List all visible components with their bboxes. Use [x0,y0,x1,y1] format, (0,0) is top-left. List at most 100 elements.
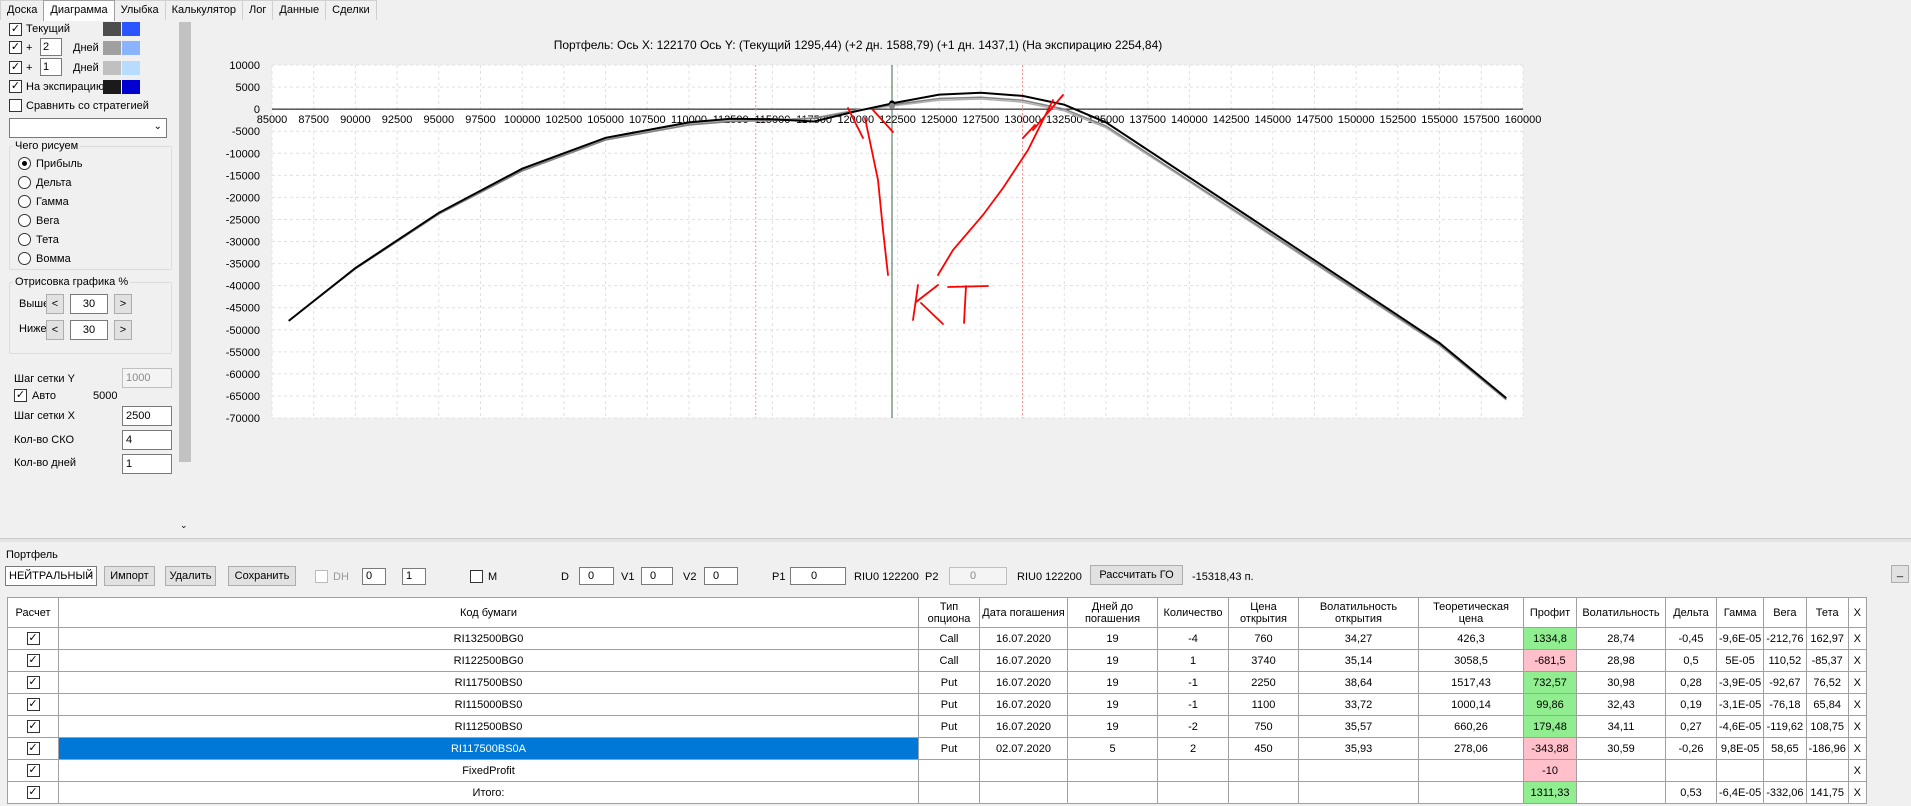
column-header[interactable]: Количество [1157,597,1229,628]
d1-color-swatch-2[interactable] [122,61,140,75]
table-cell[interactable]: 99,86 [1523,693,1577,716]
current-color-swatch-2[interactable] [122,22,140,36]
column-header[interactable]: Тип опциона [918,597,980,628]
table-cell[interactable]: 35,57 [1298,715,1419,738]
table-cell[interactable]: 0,19 [1665,693,1717,716]
table-cell[interactable]: Call [918,649,980,672]
strategy-compare-dropdown[interactable]: ⌄ [9,118,167,138]
table-cell[interactable]: 1517,43 [1418,671,1524,694]
expiry-checkbox[interactable]: ✓ [9,80,22,93]
table-cell[interactable]: Итого: [58,781,919,804]
column-header[interactable]: Цена открытия [1228,597,1299,628]
dh-checkbox[interactable] [315,570,328,583]
table-cell[interactable]: 33,72 [1298,693,1419,716]
table-cell[interactable] [1576,759,1666,782]
table-cell[interactable]: 16.07.2020 [979,671,1068,694]
table-cell[interactable]: RI115000BS0 [58,693,919,716]
row-calc-checkbox[interactable]: ✓ [7,649,59,672]
tab-1[interactable]: Диаграмма [43,0,115,21]
table-cell[interactable]: 162,97 [1805,627,1849,650]
table-cell[interactable] [1228,759,1299,782]
radio-2[interactable] [18,195,31,208]
current-checkbox[interactable]: ✓ [9,23,22,36]
remove-row-button[interactable]: X [1847,693,1867,716]
splitter[interactable] [0,538,1911,542]
table-row[interactable]: ✓ RI117500BS0A Put 02.07.2020 5 2 450 35,93 278,… [7,737,1867,760]
p1-input[interactable]: 0 [790,567,846,585]
table-cell[interactable] [1418,759,1524,782]
row-calc-checkbox[interactable]: ✓ [7,693,59,716]
table-cell[interactable]: 108,75 [1805,715,1849,738]
row-calc-checkbox[interactable]: ✓ [7,737,59,760]
table-cell[interactable]: -343,88 [1523,737,1577,760]
table-cell[interactable]: 28,74 [1576,627,1666,650]
table-cell[interactable] [918,759,980,782]
d1-color-swatch[interactable] [103,61,121,75]
exp-color-swatch[interactable] [103,80,121,94]
table-row[interactable]: ✓ RI117500BS0 Put 16.07.2020 19 -1 2250 38,64 15… [7,671,1867,694]
checkbox[interactable]: ✓ [26,632,40,645]
table-cell[interactable]: 2250 [1228,671,1299,694]
table-cell[interactable]: -3,9E-05 [1715,671,1765,694]
table-cell[interactable] [1228,781,1299,804]
table-cell[interactable]: 19 [1067,693,1158,716]
column-header[interactable]: Волатильность открытия [1298,597,1419,628]
table-cell[interactable]: -332,06 [1763,781,1807,804]
table-cell[interactable]: 19 [1067,715,1158,738]
below-decrease-button[interactable]: < [46,320,64,340]
table-cell[interactable]: 278,06 [1418,737,1524,760]
table-cell[interactable]: 35,14 [1298,649,1419,672]
radio-3[interactable] [18,214,31,227]
column-header[interactable]: Дельта [1665,597,1717,628]
d2-color-swatch[interactable] [103,41,121,55]
dh-spin-b[interactable]: 1 [402,568,426,585]
table-cell[interactable]: 426,3 [1418,627,1524,650]
table-cell[interactable]: -1 [1157,693,1229,716]
table-cell[interactable]: -76,18 [1763,693,1807,716]
table-cell[interactable]: 35,93 [1298,737,1419,760]
table-cell[interactable]: -1 [1157,671,1229,694]
tab-4[interactable]: Лог [242,0,274,20]
column-header[interactable]: Гамма [1715,597,1765,628]
table-cell[interactable] [1067,759,1158,782]
current-color-swatch[interactable] [103,22,121,36]
table-cell[interactable] [1805,759,1849,782]
checkbox[interactable]: ✓ [26,742,40,755]
delete-button[interactable]: Удалить [165,566,216,586]
table-cell[interactable]: Call [918,627,980,650]
dh-spin-a[interactable]: 0 [362,568,386,585]
table-cell[interactable]: 2 [1157,737,1229,760]
table-cell[interactable] [1763,759,1807,782]
column-header[interactable]: X [1847,597,1867,628]
table-cell[interactable]: Put [918,737,980,760]
table-cell[interactable]: 34,27 [1298,627,1419,650]
days1-input[interactable]: 1 [40,58,62,76]
d-input[interactable]: 0 [579,567,614,585]
table-cell[interactable]: Put [918,693,980,716]
radio-4[interactable] [18,233,31,246]
radio-1[interactable] [18,176,31,189]
compare-checkbox[interactable] [9,99,22,112]
table-cell[interactable]: 1000,14 [1418,693,1524,716]
minimize-button[interactable]: _ [1891,565,1909,583]
table-cell[interactable]: RI122500BG0 [58,649,919,672]
table-cell[interactable]: 0,27 [1665,715,1717,738]
table-cell[interactable]: 732,57 [1523,671,1577,694]
remove-row-button[interactable]: X [1847,781,1867,804]
table-cell[interactable] [979,781,1068,804]
column-header[interactable]: Код бумаги [58,597,919,628]
table-cell[interactable] [1418,781,1524,804]
remove-row-button[interactable]: X [1847,671,1867,694]
table-cell[interactable]: 660,26 [1418,715,1524,738]
table-cell[interactable]: 1334,8 [1523,627,1577,650]
remove-row-button[interactable]: X [1847,737,1867,760]
checkbox[interactable]: ✓ [26,698,40,711]
table-cell[interactable]: -9,6E-05 [1715,627,1765,650]
below-increase-button[interactable]: > [114,320,132,340]
table-cell[interactable]: 19 [1067,627,1158,650]
remove-row-button[interactable]: X [1847,627,1867,650]
table-cell[interactable]: 76,52 [1805,671,1849,694]
table-cell[interactable]: -85,37 [1805,649,1849,672]
table-cell[interactable] [1067,781,1158,804]
exp-color-swatch-2[interactable] [122,80,140,94]
